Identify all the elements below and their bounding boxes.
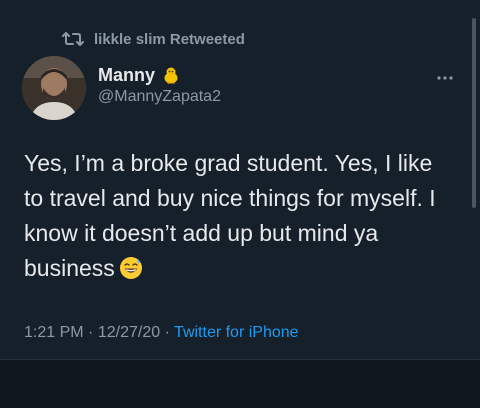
- footer-area: [0, 360, 480, 408]
- tweet-body: Yes, I’m a broke grad student. Yes, I li…: [24, 146, 454, 286]
- tweet-time[interactable]: 1:21 PM: [24, 324, 84, 341]
- tweet-source-link[interactable]: Twitter for iPhone: [174, 324, 299, 341]
- retweet-icon: [62, 30, 84, 48]
- scrollbar[interactable]: [472, 18, 476, 208]
- retweet-header[interactable]: likkle slim Retweeted: [62, 30, 245, 48]
- tweet-text: Yes, I’m a broke grad student. Yes, I li…: [24, 150, 436, 281]
- tweet-meta: 1:21 PM · 12/27/20 · Twitter for iPhone: [24, 324, 299, 342]
- tweet-card[interactable]: likkle slim Retweeted Manny @MannyZapata…: [0, 0, 480, 360]
- user-handle[interactable]: @MannyZapata2: [98, 88, 221, 106]
- baby-chick-icon: [161, 65, 181, 85]
- retweet-label[interactable]: likkle slim Retweeted: [94, 31, 245, 48]
- avatar[interactable]: [22, 56, 86, 120]
- display-name[interactable]: Manny: [98, 64, 155, 86]
- meta-separator: ·: [88, 324, 94, 341]
- author-info[interactable]: Manny @MannyZapata2: [98, 64, 221, 106]
- tweet-date[interactable]: 12/27/20: [98, 324, 160, 341]
- grinning-sweat-face-icon: [119, 255, 143, 279]
- more-options-icon[interactable]: [436, 68, 454, 86]
- meta-separator: ·: [164, 324, 170, 341]
